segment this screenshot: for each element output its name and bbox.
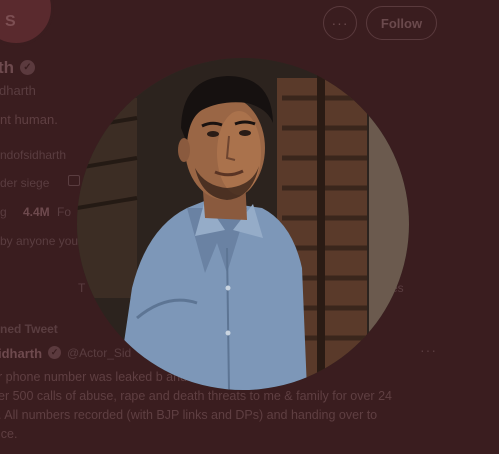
tweet-line: er 500 calls of abuse, rape and death th… xyxy=(0,389,392,403)
profile-location: der siege xyxy=(0,176,50,190)
avatar-glyph: S xyxy=(5,13,16,30)
tweet-line: . All numbers recorded (with BJP links a… xyxy=(0,408,378,422)
tweet-author-handle[interactable]: @Actor_Sid xyxy=(67,346,131,360)
verified-badge-icon: ✓ xyxy=(20,60,35,75)
tweet-more-icon[interactable]: ··· xyxy=(420,342,437,358)
tab-tweets[interactable]: T xyxy=(78,281,85,295)
tweet-line: ice. xyxy=(0,427,18,441)
calendar-icon xyxy=(68,175,80,186)
pinned-tweet-label: ned Tweet xyxy=(0,322,58,336)
follow-button[interactable]: Follow xyxy=(366,6,437,40)
followers-count[interactable]: 4.4M xyxy=(23,205,50,219)
header-avatar[interactable]: S xyxy=(0,0,54,46)
profile-link[interactable]: ndofsidharth xyxy=(0,148,66,162)
more-options-button[interactable]: ··· xyxy=(323,6,357,40)
tweet-verified-icon: ✓ xyxy=(48,346,61,359)
profile-name: th xyxy=(0,58,15,77)
followed-by-text: by anyone you xyxy=(0,234,79,248)
profile-bio: nt human. xyxy=(0,112,58,127)
following-count[interactable]: g xyxy=(0,205,7,219)
enlarged-profile-photo[interactable] xyxy=(77,58,409,390)
tweet-author-name[interactable]: idharth xyxy=(0,346,42,361)
followers-label[interactable]: Fo xyxy=(57,205,71,219)
profile-handle: dharth xyxy=(0,83,36,98)
